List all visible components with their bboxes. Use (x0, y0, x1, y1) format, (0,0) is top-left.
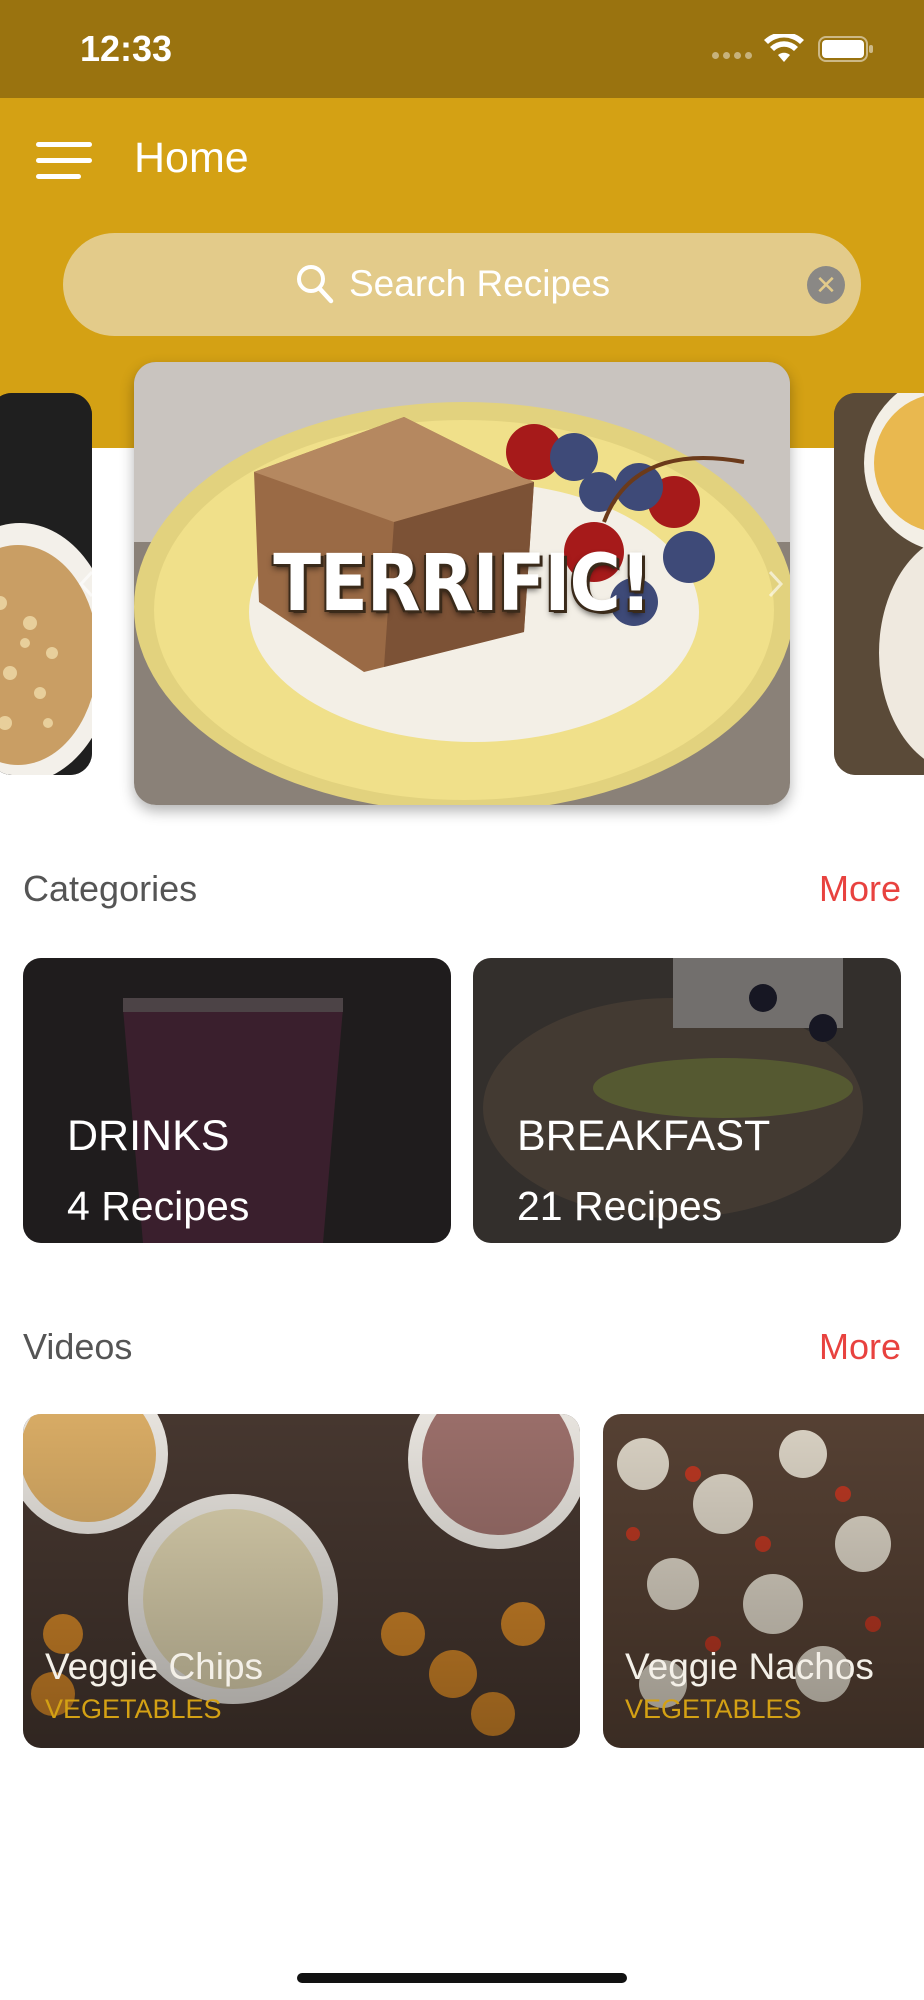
videos-more-link[interactable]: More (819, 1326, 901, 1368)
search-input[interactable]: Search Recipes ✕ (63, 233, 861, 336)
carousel-caption: TERRIFIC! (273, 537, 652, 629)
status-time: 12:33 (80, 28, 173, 69)
video-title: Veggie Nachos (625, 1646, 874, 1687)
menu-icon[interactable] (36, 142, 92, 182)
wifi-icon (764, 34, 804, 62)
video-category: VEGETABLES (45, 1694, 222, 1724)
signal-icon (712, 52, 752, 59)
category-name: DRINKS (67, 1112, 230, 1160)
video-card-veggie-nachos[interactable]: Veggie Nachos VEGETABLES (603, 1414, 924, 1748)
category-card-breakfast[interactable]: BREAKFAST 21 Recipes (473, 958, 901, 1243)
battery-icon (818, 36, 873, 62)
search-placeholder: Search Recipes (349, 263, 611, 304)
clear-search-icon[interactable]: ✕ (807, 266, 845, 304)
category-count: 21 Recipes (517, 1183, 723, 1229)
video-category: VEGETABLES (625, 1694, 802, 1724)
video-title: Veggie Chips (45, 1646, 264, 1687)
carousel-card-featured[interactable]: TERRIFIC! (134, 362, 790, 805)
categories-more-link[interactable]: More (819, 868, 901, 910)
video-card-veggie-chips[interactable]: Veggie Chips VEGETABLES (23, 1414, 580, 1748)
category-card-drinks[interactable]: DRINKS 4 Recipes (23, 958, 451, 1243)
chevron-left-icon[interactable] (78, 570, 94, 598)
chevron-right-icon[interactable] (768, 570, 784, 598)
home-indicator[interactable] (297, 1973, 627, 1983)
carousel-card-next[interactable] (834, 393, 924, 775)
category-name: BREAKFAST (517, 1112, 771, 1160)
categories-title: Categories (23, 868, 198, 909)
page-title: Home (134, 134, 249, 182)
status-bar: 12:33 (0, 0, 924, 98)
videos-title: Videos (23, 1326, 133, 1367)
category-count: 4 Recipes (67, 1183, 250, 1229)
search-icon (297, 265, 334, 304)
